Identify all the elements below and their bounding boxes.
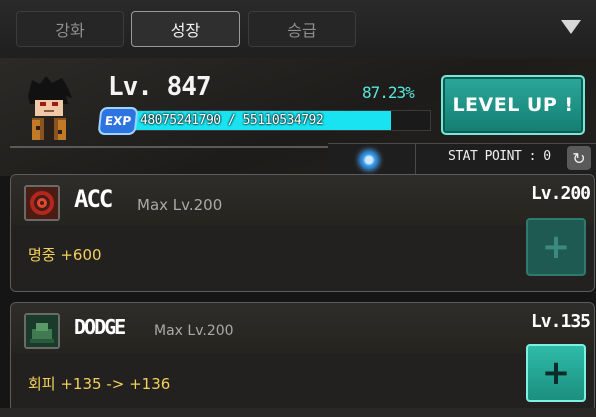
stat-max-level: Max Lv.200 bbox=[137, 196, 223, 214]
stat-effect: 명중 +600 bbox=[28, 246, 102, 264]
refresh-icon[interactable]: ↻ bbox=[567, 146, 591, 170]
level-up-button[interactable]: LEVEL UP ! bbox=[441, 75, 585, 135]
upgrade-acc-button[interactable]: + bbox=[526, 218, 586, 276]
character-header: Lv. 847 87.23% EXP 48075241790 / 5511053… bbox=[0, 58, 596, 177]
upgrade-dodge-button[interactable]: + bbox=[526, 344, 586, 402]
exp-bar: 48075241790 / 55110534792 bbox=[127, 110, 431, 131]
stat-level: Lv.200 bbox=[530, 183, 591, 204]
orb-icon[interactable] bbox=[359, 150, 379, 170]
bottom-strip bbox=[0, 408, 596, 417]
dropdown-arrow-icon[interactable] bbox=[561, 20, 581, 34]
character-avatar bbox=[22, 74, 76, 140]
stat-max-level: Max Lv.200 bbox=[154, 323, 234, 339]
target-icon bbox=[24, 185, 60, 221]
divider bbox=[10, 146, 328, 148]
stat-name: DODGE bbox=[74, 315, 126, 339]
exp-badge-icon: EXP bbox=[97, 107, 139, 135]
tab-growth[interactable]: 성장 bbox=[131, 11, 240, 47]
stat-card-dodge: DODGE Max Lv.200 Lv.135 회피 +135 -> +136 … bbox=[10, 302, 595, 412]
player-level: Lv. 847 bbox=[108, 72, 212, 102]
exp-value-text: 48075241790 / 55110534792 bbox=[140, 113, 324, 128]
stat-name: ACC bbox=[74, 185, 113, 213]
tab-enhance[interactable]: 강화 bbox=[16, 11, 124, 47]
tab-bar: 강화 성장 승급 bbox=[0, 0, 596, 59]
separator bbox=[415, 144, 416, 176]
stat-level: Lv.135 bbox=[530, 311, 591, 332]
stat-point-label: STAT POINT : 0 bbox=[448, 149, 551, 164]
exp-percent: 87.23% bbox=[362, 83, 415, 102]
stat-effect: 회피 +135 -> +136 bbox=[28, 375, 171, 393]
tab-promotion[interactable]: 승급 bbox=[248, 11, 356, 47]
dodge-icon bbox=[24, 313, 60, 349]
stat-card-acc: ACC Max Lv.200 Lv.200 명중 +600 + bbox=[10, 174, 595, 292]
